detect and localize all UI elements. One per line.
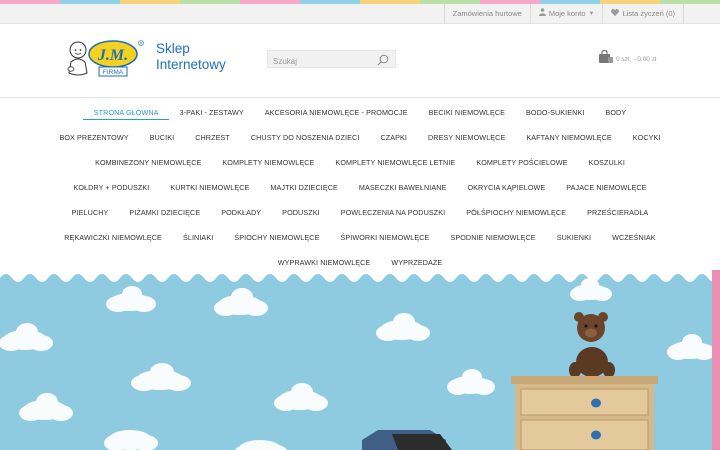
heart-icon — [611, 4, 620, 24]
nav-item-akcesoria-niemowlęce-promocje[interactable]: AKCESORIA NIEMOWLĘCE - PROMOCJE — [254, 107, 418, 120]
nav-row: PIELUCHY PIŻAMKI DZIECIĘCE PODKŁADY PODUSZK… — [0, 207, 720, 219]
nav-row: RĘKAWICZKI NIEMOWLĘCE ŚLINIAKI ŚPIOCHY NIE… — [0, 232, 720, 244]
cart-icon — [598, 49, 614, 69]
nav-row: KOŁDRY + PODUSZKI KURTKI NIEMOWLĘCE MAJTKI… — [0, 182, 720, 194]
nav-item-koszulki[interactable]: KOSZULKI — [578, 157, 635, 169]
nav-item-maseczki-bawełniane[interactable]: MASECZKI BAWEŁNIANE — [348, 182, 457, 194]
cart-widget[interactable]: 0 szt. - 0,00 zł — [598, 49, 657, 69]
wholesale-orders-label: Zamówienia hurtowe — [452, 9, 522, 18]
nav-item-dresy-niemowlęce[interactable]: DRESY NIEMOWLĘCE — [418, 132, 516, 144]
nav-row: KOMBINEZONY NIEMOWLĘCE KOMPLETY NIEMOWLĘC… — [0, 157, 720, 169]
nav-item-śliniaki[interactable]: ŚLINIAKI — [172, 232, 223, 244]
nav-item-komplety-niemowlęce-letnie[interactable]: KOMPLETY NIEMOWLĘCE LETNIE — [325, 157, 466, 169]
user-icon — [538, 4, 546, 24]
nav-item-wyprawki-niemowlęce[interactable]: WYPRAWKI NIEMOWLĘCE — [267, 257, 381, 269]
nav-item-spodnie-niemowlęce[interactable]: SPODNIE NIEMOWLĘCE — [440, 232, 546, 244]
nav-item-majtki-dziecięce[interactable]: MAJTKI DZIECIĘCE — [260, 182, 349, 194]
nav-item-półśpiochy-niemowlęce[interactable]: PÓŁŚPIOCHY NIEMOWLĘCE — [456, 207, 577, 219]
nav-item-rękawiczki-niemowlęce[interactable]: RĘKAWICZKI NIEMOWLĘCE — [54, 232, 173, 244]
my-account-link[interactable]: Moje konto ▼ — [529, 4, 603, 24]
nav-item-powleczenia-na-poduszki[interactable]: POWLECZENIA NA PODUSZKI — [330, 207, 456, 219]
wishlist-link[interactable]: Lista życzeń (0) — [602, 4, 684, 24]
nav-item-podkłady[interactable]: PODKŁADY — [211, 207, 272, 219]
nav-item-wyprzedaże[interactable]: WYPRZEDAŻE — [381, 257, 453, 269]
my-account-label: Moje konto — [548, 9, 586, 18]
nav-item-okrycia-kąpielowe[interactable]: OKRYCIA KĄPIELOWE — [457, 182, 556, 194]
jm-logo[interactable]: J.M. FIRMA R — [66, 39, 146, 79]
store-name-line1: Sklep — [156, 41, 190, 56]
nav-item-wcześniak[interactable]: WCZEŚNIAK — [602, 232, 667, 244]
nav-row: BOX PREZENTOWY BUCIKI CHRZEST CHUSTY DO NOS… — [0, 132, 720, 144]
hero-banner[interactable] — [0, 270, 720, 450]
nav-item-kocyki[interactable]: KOCYKI — [622, 132, 671, 144]
nav-item-kołdry-poduszki[interactable]: KOŁDRY + PODUSZKI — [63, 182, 160, 194]
nav-item-bodo-sukienki[interactable]: BODO-SUKIENKI — [516, 107, 595, 120]
svg-text:FIRMA: FIRMA — [103, 69, 124, 76]
nav-item-sukienki[interactable]: SUKIENKI — [546, 232, 601, 244]
nav-item-piżamki-dziecięce[interactable]: PIŻAMKI DZIECIĘCE — [119, 207, 211, 219]
search-input[interactable] — [268, 53, 368, 70]
wholesale-orders-link[interactable]: Zamówienia hurtowe — [443, 4, 530, 24]
nav-item-kurtki-niemowlęce[interactable]: KURTKI NIEMOWLĘCE — [160, 182, 260, 194]
store-name[interactable]: Sklep Internetowy — [156, 41, 226, 73]
nav-item-kombinezony-niemowlęce[interactable]: KOMBINEZONY NIEMOWLĘCE — [85, 157, 212, 169]
nav-item-beciki-niemowlęce[interactable]: BECIKI NIEMOWLĘCE — [418, 107, 515, 120]
nav-item-śpiworki-niemowlęce[interactable]: ŚPIWORKI NIEMOWLĘCE — [330, 232, 440, 244]
nav-item-strona-główna[interactable]: STRONA GŁÓWNA — [83, 107, 170, 120]
caret-down-icon: ▼ — [588, 11, 595, 17]
search-icon[interactable] — [377, 53, 389, 66]
nav-row: WYPRAWKI NIEMOWLĘCE WYPRZEDAŻE — [0, 257, 720, 269]
nav-item-chusty-do-noszenia-dzieci[interactable]: CHUSTY DO NOSZENIA DZIECI — [240, 132, 370, 144]
nav-item-chrzest[interactable]: CHRZEST — [185, 132, 241, 144]
nav-item-śpiochy-niemowlęce[interactable]: ŚPIOCHY NIEMOWLĘCE — [224, 232, 330, 244]
store-name-line2: Internetowy — [156, 57, 226, 72]
nightstand-icon — [511, 376, 658, 450]
nav-item-buciki[interactable]: BUCIKI — [139, 132, 185, 144]
site-header: J.M. FIRMA R Sklep Internetowy 0 szt. - … — [0, 24, 720, 98]
nav-item-komplety-niemowlęce[interactable]: KOMPLETY NIEMOWLĘCE — [212, 157, 325, 169]
nav-item-czapki[interactable]: CZAPKI — [370, 132, 418, 144]
nav-row: STRONA GŁÓWNA 3-PAKI - ZESTAWY AKCESORIA N… — [0, 107, 720, 120]
cart-summary: 0 szt. - 0,00 zł — [616, 56, 657, 63]
baby-mascot-icon — [67, 41, 88, 76]
nav-item-pieluchy[interactable]: PIELUCHY — [61, 207, 119, 219]
right-edge-accent — [712, 270, 720, 450]
svg-text:J.M.: J.M. — [97, 47, 128, 64]
category-nav: STRONA GŁÓWNA 3-PAKI - ZESTAWY AKCESORIA N… — [0, 100, 720, 278]
nav-item-komplety-pościelowe[interactable]: KOMPLETY POŚCIELOWE — [466, 157, 578, 169]
search-box — [267, 50, 396, 70]
nav-item-prześcieradła[interactable]: PRZEŚCIERADŁA — [577, 207, 659, 219]
nav-item-kaftany-niemowlęce[interactable]: KAFTANY NIEMOWLĘCE — [516, 132, 622, 144]
nav-item-3-paki-zestawy[interactable]: 3-PAKI - ZESTAWY — [169, 107, 254, 120]
nav-item-poduszki[interactable]: PODUSZKI — [272, 207, 331, 219]
wishlist-label: Lista życzeń (0) — [622, 9, 675, 18]
nav-item-box-prezentowy[interactable]: BOX PREZENTOWY — [49, 132, 139, 144]
top-utility-bar: Zamówienia hurtowe Moje konto ▼ Lista ży… — [0, 4, 720, 24]
nav-item-pajace-niemowlęce[interactable]: PAJACE NIEMOWLĘCE — [556, 182, 657, 194]
nav-item-body[interactable]: BODY — [595, 107, 637, 120]
